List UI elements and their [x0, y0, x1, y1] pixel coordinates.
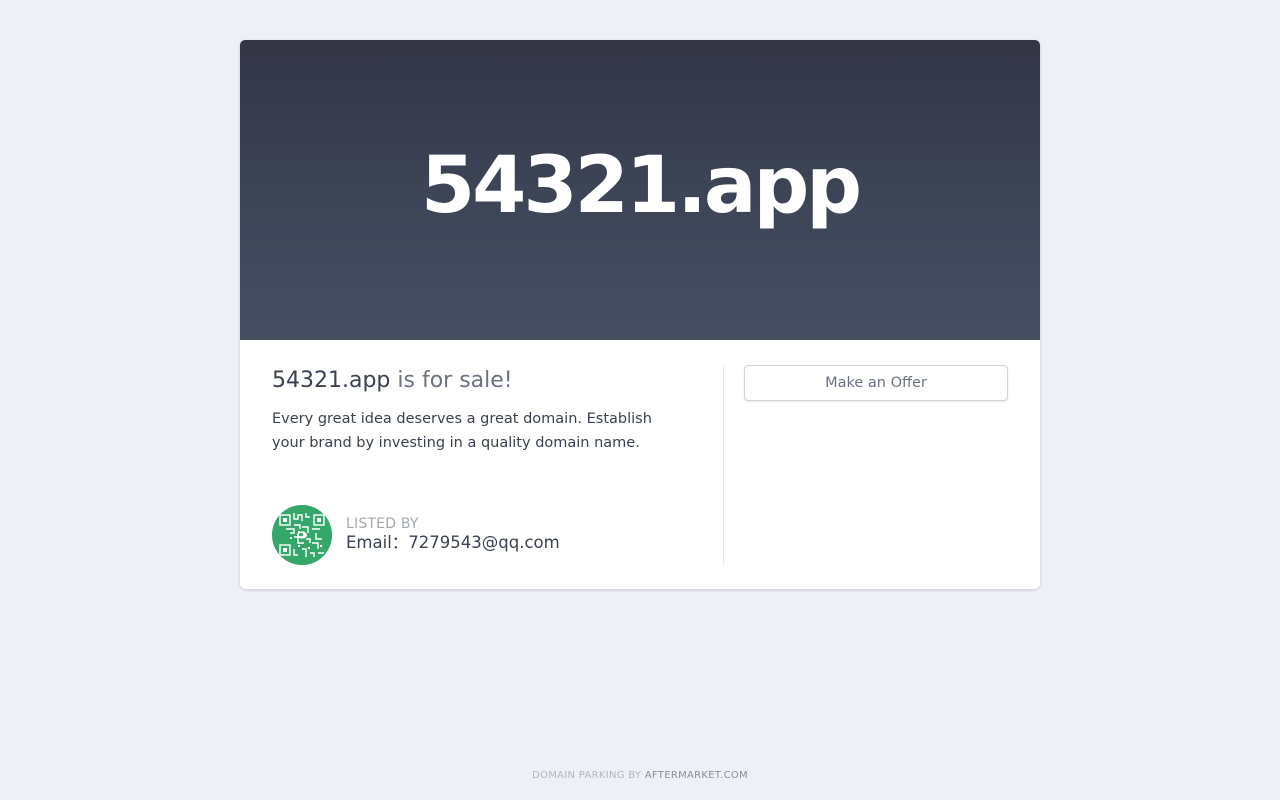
listed-by-label: LISTED BY: [346, 516, 419, 532]
hero-domain-title: 54321.app: [420, 141, 862, 231]
sale-heading-suffix: is for sale!: [390, 368, 513, 393]
sale-heading-domain: 54321.app: [272, 368, 391, 393]
footer: DOMAIN PARKING BY AFTERMARKET.COM: [0, 770, 1280, 781]
qr-code-avatar-icon: [272, 505, 332, 565]
sale-heading: 54321.app is for sale!: [272, 365, 692, 397]
hero-banner: 54321.app: [240, 40, 1040, 340]
lister-text: LISTED BY Email：7279543@qq.com: [346, 516, 560, 554]
column-divider: [723, 365, 724, 565]
make-offer-button[interactable]: Make an Offer: [744, 365, 1008, 401]
lister-info: LISTED BY Email：7279543@qq.com: [272, 505, 560, 565]
lister-contact: Email：7279543@qq.com: [346, 533, 560, 552]
footer-brand-link[interactable]: AFTERMARKET.COM: [645, 770, 748, 781]
footer-prefix: DOMAIN PARKING BY: [532, 770, 645, 781]
sale-tagline: Every great idea deserves a great domain…: [272, 411, 652, 451]
sale-info: 54321.app is for sale! Every great idea …: [272, 365, 692, 455]
domain-sale-card: 54321.app 54321.app is for sale! Every g…: [240, 40, 1040, 589]
